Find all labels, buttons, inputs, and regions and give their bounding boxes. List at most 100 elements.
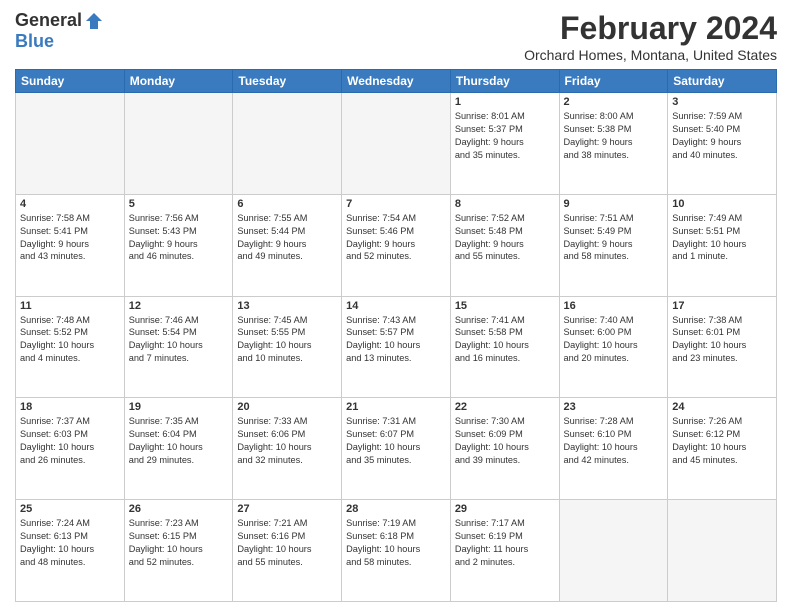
day-number: 1 bbox=[455, 96, 555, 108]
day-number: 22 bbox=[455, 401, 555, 413]
logo-general-text: General bbox=[15, 10, 82, 31]
weekday-header-row: Sunday Monday Tuesday Wednesday Thursday… bbox=[16, 70, 777, 93]
day-info: Sunrise: 8:01 AM Sunset: 5:37 PM Dayligh… bbox=[455, 110, 555, 162]
day-number: 16 bbox=[564, 300, 664, 312]
calendar-cell: 12 Sunrise: 7:46 AM Sunset: 5:54 PM Dayli… bbox=[124, 296, 233, 398]
day-number: 25 bbox=[20, 503, 120, 515]
day-info: Sunrise: 7:51 AM Sunset: 5:49 PM Dayligh… bbox=[564, 212, 664, 264]
week-row-3: 18 Sunrise: 7:37 AM Sunset: 6:03 PM Dayli… bbox=[16, 398, 777, 500]
day-number: 9 bbox=[564, 198, 664, 210]
day-number: 8 bbox=[455, 198, 555, 210]
calendar-cell: 2 Sunrise: 8:00 AM Sunset: 5:38 PM Daylig… bbox=[559, 93, 668, 195]
day-number: 17 bbox=[672, 300, 772, 312]
calendar-cell: 21Sunrise: 7:31 AM Sunset: 6:07 PM Dayli… bbox=[342, 398, 451, 500]
day-info: Sunrise: 7:23 AM Sunset: 6:15 PM Dayligh… bbox=[129, 517, 229, 569]
day-number: 24 bbox=[672, 401, 772, 413]
calendar-cell bbox=[668, 500, 777, 602]
header-thursday: Thursday bbox=[450, 70, 559, 93]
header-friday: Friday bbox=[559, 70, 668, 93]
calendar-cell: 13 Sunrise: 7:45 AM Sunset: 5:55 PM Dayli… bbox=[233, 296, 342, 398]
day-info: Sunrise: 7:26 AM Sunset: 6:12 PM Dayligh… bbox=[672, 415, 772, 467]
day-number: 2 bbox=[564, 96, 664, 108]
day-info: Sunrise: 7:40 AM Sunset: 6:00 PM Dayligh… bbox=[564, 314, 664, 366]
week-row-0: 1 Sunrise: 8:01 AM Sunset: 5:37 PM Daylig… bbox=[16, 93, 777, 195]
day-info: Sunrise: 7:55 AM Sunset: 5:44 PM Dayligh… bbox=[237, 212, 337, 264]
day-number: 29 bbox=[455, 503, 555, 515]
day-number: 3 bbox=[672, 96, 772, 108]
day-info: Sunrise: 7:54 AM Sunset: 5:46 PM Dayligh… bbox=[346, 212, 446, 264]
page: General Blue February 2024 Orchard Homes… bbox=[0, 0, 792, 612]
day-number: 21 bbox=[346, 401, 446, 413]
header-sunday: Sunday bbox=[16, 70, 125, 93]
calendar-cell: 22Sunrise: 7:30 AM Sunset: 6:09 PM Dayli… bbox=[450, 398, 559, 500]
calendar-cell: 26 Sunrise: 7:23 AM Sunset: 6:15 PM Dayli… bbox=[124, 500, 233, 602]
day-number: 11 bbox=[20, 300, 120, 312]
day-number: 28 bbox=[346, 503, 446, 515]
calendar-cell: 4 Sunrise: 7:58 AM Sunset: 5:41 PM Daylig… bbox=[16, 194, 125, 296]
calendar-cell bbox=[124, 93, 233, 195]
day-number: 5 bbox=[129, 198, 229, 210]
calendar-cell: 10 Sunrise: 7:49 AM Sunset: 5:51 PM Dayli… bbox=[668, 194, 777, 296]
day-info: Sunrise: 7:59 AM Sunset: 5:40 PM Dayligh… bbox=[672, 110, 772, 162]
day-info: Sunrise: 7:17 AM Sunset: 6:19 PM Dayligh… bbox=[455, 517, 555, 569]
day-number: 15 bbox=[455, 300, 555, 312]
calendar-cell: 5 Sunrise: 7:56 AM Sunset: 5:43 PM Daylig… bbox=[124, 194, 233, 296]
header-saturday: Saturday bbox=[668, 70, 777, 93]
day-info: Sunrise: 7:43 AM Sunset: 5:57 PM Dayligh… bbox=[346, 314, 446, 366]
day-info: Sunrise: 7:58 AM Sunset: 5:41 PM Dayligh… bbox=[20, 212, 120, 264]
day-info: Sunrise: 7:52 AM Sunset: 5:48 PM Dayligh… bbox=[455, 212, 555, 264]
header-wednesday: Wednesday bbox=[342, 70, 451, 93]
calendar-cell: 20 Sunrise: 7:33 AM Sunset: 6:06 PM Dayli… bbox=[233, 398, 342, 500]
week-row-2: 11Sunrise: 7:48 AM Sunset: 5:52 PM Dayli… bbox=[16, 296, 777, 398]
calendar-cell: 27 Sunrise: 7:21 AM Sunset: 6:16 PM Dayli… bbox=[233, 500, 342, 602]
day-info: Sunrise: 7:33 AM Sunset: 6:06 PM Dayligh… bbox=[237, 415, 337, 467]
day-info: Sunrise: 7:45 AM Sunset: 5:55 PM Dayligh… bbox=[237, 314, 337, 366]
calendar-cell: 8 Sunrise: 7:52 AM Sunset: 5:48 PM Daylig… bbox=[450, 194, 559, 296]
day-number: 23 bbox=[564, 401, 664, 413]
calendar-table: Sunday Monday Tuesday Wednesday Thursday… bbox=[15, 69, 777, 602]
calendar-cell: 28 Sunrise: 7:19 AM Sunset: 6:18 PM Dayli… bbox=[342, 500, 451, 602]
day-info: Sunrise: 7:38 AM Sunset: 6:01 PM Dayligh… bbox=[672, 314, 772, 366]
logo-blue-text: Blue bbox=[15, 31, 54, 52]
day-info: Sunrise: 7:37 AM Sunset: 6:03 PM Dayligh… bbox=[20, 415, 120, 467]
day-number: 14 bbox=[346, 300, 446, 312]
calendar-cell: 1 Sunrise: 8:01 AM Sunset: 5:37 PM Daylig… bbox=[450, 93, 559, 195]
day-info: Sunrise: 7:21 AM Sunset: 6:16 PM Dayligh… bbox=[237, 517, 337, 569]
day-number: 27 bbox=[237, 503, 337, 515]
week-row-4: 25 Sunrise: 7:24 AM Sunset: 6:13 PM Dayli… bbox=[16, 500, 777, 602]
day-info: Sunrise: 7:19 AM Sunset: 6:18 PM Dayligh… bbox=[346, 517, 446, 569]
calendar-cell: 11Sunrise: 7:48 AM Sunset: 5:52 PM Dayli… bbox=[16, 296, 125, 398]
day-info: Sunrise: 7:35 AM Sunset: 6:04 PM Dayligh… bbox=[129, 415, 229, 467]
day-number: 20 bbox=[237, 401, 337, 413]
logo-icon bbox=[84, 11, 104, 31]
day-number: 26 bbox=[129, 503, 229, 515]
header-tuesday: Tuesday bbox=[233, 70, 342, 93]
day-number: 12 bbox=[129, 300, 229, 312]
header-monday: Monday bbox=[124, 70, 233, 93]
calendar-cell: 17 Sunrise: 7:38 AM Sunset: 6:01 PM Dayli… bbox=[668, 296, 777, 398]
day-info: Sunrise: 7:24 AM Sunset: 6:13 PM Dayligh… bbox=[20, 517, 120, 569]
day-number: 13 bbox=[237, 300, 337, 312]
day-number: 4 bbox=[20, 198, 120, 210]
logo: General Blue bbox=[15, 10, 104, 52]
header: General Blue February 2024 Orchard Homes… bbox=[15, 10, 777, 63]
day-info: Sunrise: 7:46 AM Sunset: 5:54 PM Dayligh… bbox=[129, 314, 229, 366]
day-number: 10 bbox=[672, 198, 772, 210]
week-row-1: 4 Sunrise: 7:58 AM Sunset: 5:41 PM Daylig… bbox=[16, 194, 777, 296]
day-info: Sunrise: 7:28 AM Sunset: 6:10 PM Dayligh… bbox=[564, 415, 664, 467]
calendar-cell bbox=[233, 93, 342, 195]
day-info: Sunrise: 7:41 AM Sunset: 5:58 PM Dayligh… bbox=[455, 314, 555, 366]
month-title: February 2024 bbox=[524, 10, 777, 47]
calendar-cell: 9 Sunrise: 7:51 AM Sunset: 5:49 PM Daylig… bbox=[559, 194, 668, 296]
calendar-cell bbox=[342, 93, 451, 195]
location-title: Orchard Homes, Montana, United States bbox=[524, 47, 777, 63]
calendar-cell: 14 Sunrise: 7:43 AM Sunset: 5:57 PM Dayli… bbox=[342, 296, 451, 398]
day-info: Sunrise: 8:00 AM Sunset: 5:38 PM Dayligh… bbox=[564, 110, 664, 162]
day-number: 18 bbox=[20, 401, 120, 413]
day-info: Sunrise: 7:49 AM Sunset: 5:51 PM Dayligh… bbox=[672, 212, 772, 264]
calendar-cell: 16 Sunrise: 7:40 AM Sunset: 6:00 PM Dayli… bbox=[559, 296, 668, 398]
title-section: February 2024 Orchard Homes, Montana, Un… bbox=[524, 10, 777, 63]
day-info: Sunrise: 7:56 AM Sunset: 5:43 PM Dayligh… bbox=[129, 212, 229, 264]
calendar-cell: 6 Sunrise: 7:55 AM Sunset: 5:44 PM Daylig… bbox=[233, 194, 342, 296]
day-number: 6 bbox=[237, 198, 337, 210]
